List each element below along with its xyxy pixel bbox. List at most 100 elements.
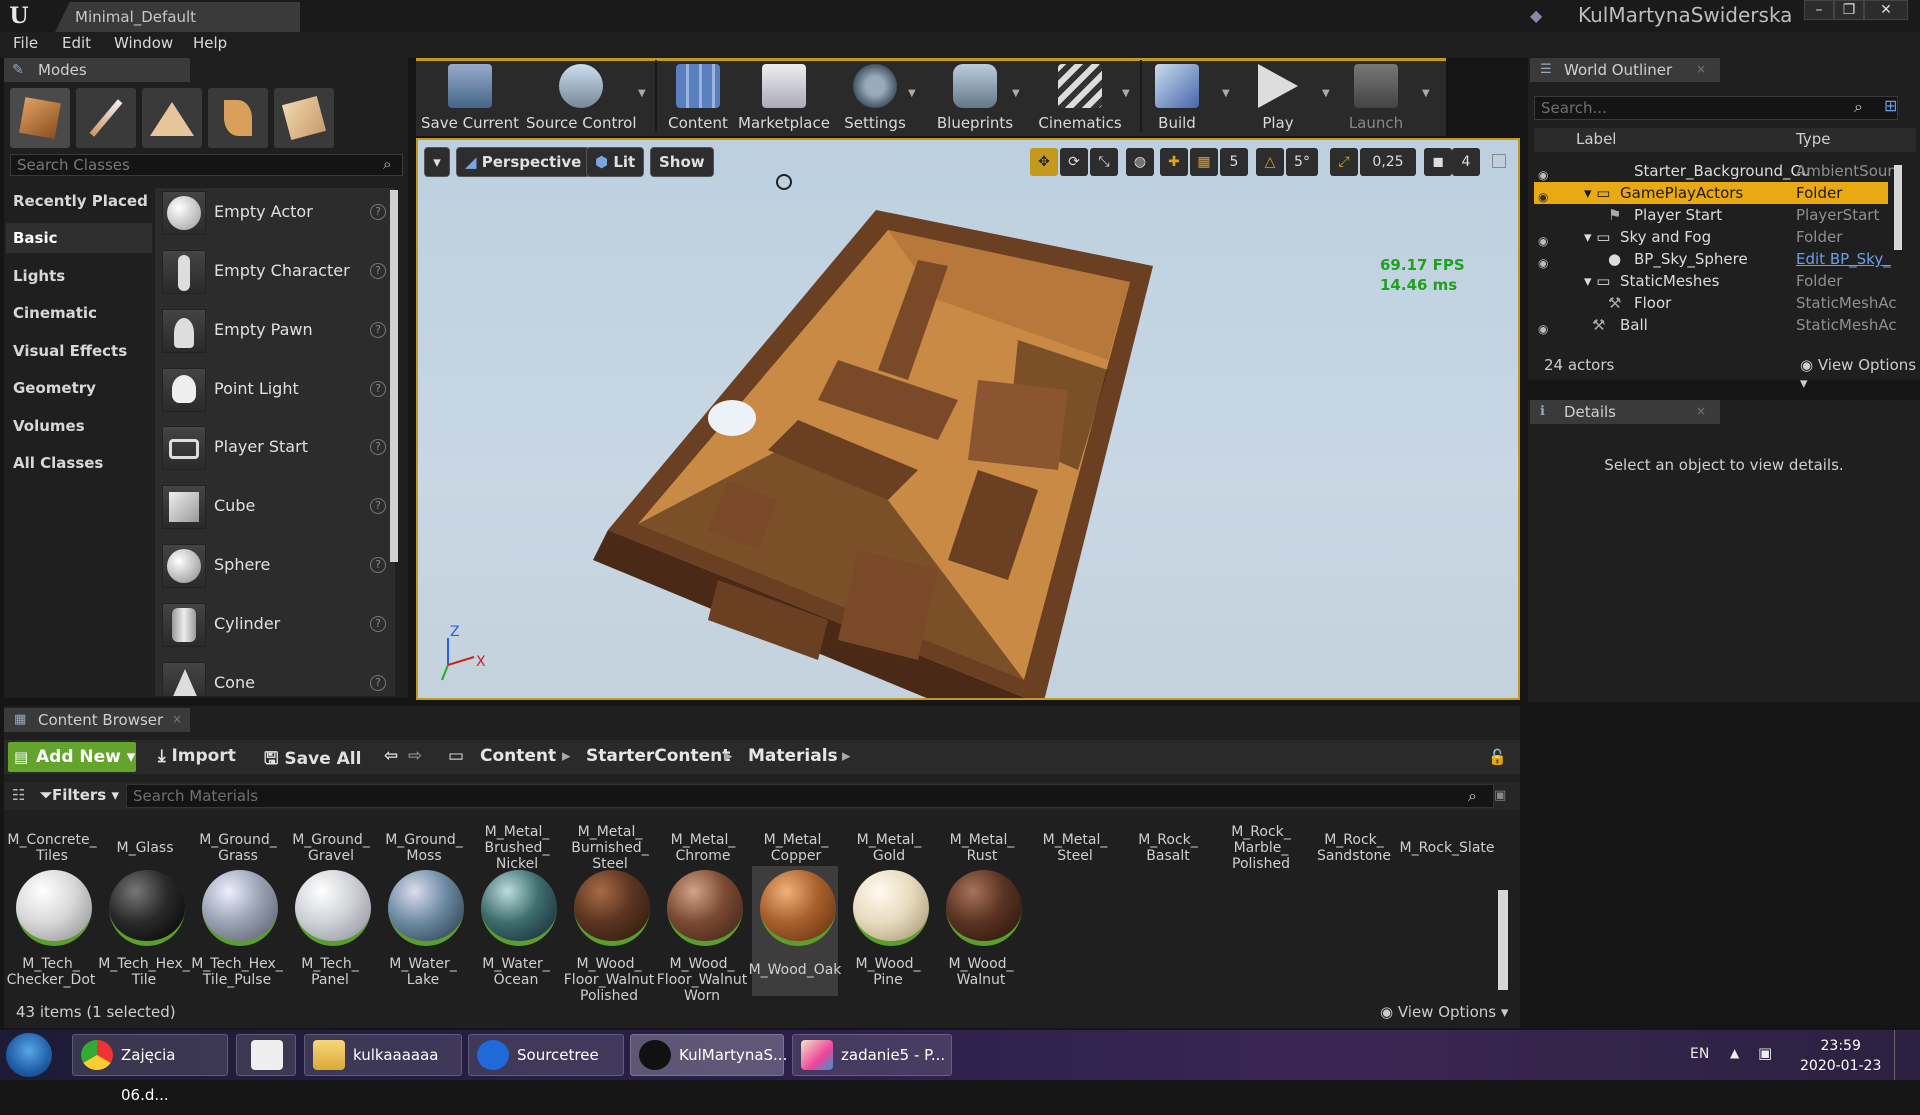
type-column-header[interactable]: Type xyxy=(1796,130,1830,148)
asset-label[interactable]: M_Metal_ Burnished_ Steel xyxy=(564,824,656,872)
menu-edit[interactable]: Edit xyxy=(62,34,91,52)
breadcrumb-materials[interactable]: Materials xyxy=(748,746,838,766)
label-column-header[interactable]: Label xyxy=(1576,130,1616,148)
build-button[interactable]: Build xyxy=(1146,62,1208,134)
outliner-view-options-button[interactable]: ◉ View Options ▾ xyxy=(1800,356,1920,392)
search-classes-input[interactable]: Search Classes xyxy=(10,154,403,176)
world-space-icon[interactable]: ◍ xyxy=(1126,148,1154,176)
taskbar-paint[interactable]: zadanie5 - P... xyxy=(792,1034,952,1076)
placeable-item[interactable]: Point Light ? xyxy=(160,364,390,418)
help-icon[interactable]: ? xyxy=(370,557,386,573)
help-icon[interactable]: ? xyxy=(370,204,386,220)
chevron-down-icon[interactable]: ▼ xyxy=(1322,88,1336,99)
category-all-classes[interactable]: All Classes xyxy=(6,448,152,478)
asset-label[interactable]: M_Glass xyxy=(99,824,191,872)
close-button[interactable]: ✕ xyxy=(1864,0,1908,20)
taskbar-app[interactable] xyxy=(236,1034,296,1076)
system-clock[interactable]: 23:59 2020-01-23 xyxy=(1800,1036,1881,1076)
place-mode-button[interactable] xyxy=(10,88,70,148)
source-control-button[interactable]: Source Control xyxy=(526,62,637,134)
outliner-row-selected[interactable]: ◉ ▾ ▭ GamePlayActors Folder xyxy=(1534,182,1888,204)
foliage-mode-button[interactable] xyxy=(208,88,268,148)
breadcrumb-separator-icon[interactable]: ▸ xyxy=(562,746,571,766)
asset-label[interactable]: M_Ground_ Gravel xyxy=(285,824,377,872)
level-tab[interactable]: Minimal_Default xyxy=(55,2,300,32)
menu-help[interactable]: Help xyxy=(193,34,227,52)
settings-button[interactable]: Settings xyxy=(836,62,914,134)
chevron-down-icon[interactable]: ▼ xyxy=(1422,88,1436,99)
content-view-options-button[interactable]: ◉ View Options ▾ xyxy=(1380,1003,1508,1021)
help-icon[interactable]: ? xyxy=(370,381,386,397)
category-volumes[interactable]: Volumes xyxy=(6,411,152,441)
outliner-row[interactable]: ▾ ▭ StaticMeshes Folder xyxy=(1534,270,1888,292)
add-actor-icon[interactable]: ⊞ xyxy=(1884,96,1897,115)
marketplace-button[interactable]: Marketplace xyxy=(738,62,830,134)
asset-label[interactable]: M_Metal_ Steel xyxy=(1029,824,1121,872)
help-icon[interactable]: ? xyxy=(370,616,386,632)
asset-label[interactable]: M_Concrete_ Tiles xyxy=(6,824,98,872)
material-tile[interactable]: M_Water_ Lake xyxy=(380,866,466,996)
taskbar-explorer[interactable]: kulkaaaaaa xyxy=(304,1034,462,1076)
material-tile[interactable]: M_Tech_ Panel xyxy=(287,866,373,996)
placeable-item[interactable]: Player Start ? xyxy=(160,422,390,476)
eye-icon[interactable]: ◉ xyxy=(1538,318,1554,336)
chevron-down-icon[interactable]: ▼ xyxy=(908,88,922,99)
details-tab[interactable]: Details xyxy=(1530,400,1720,424)
placeable-item[interactable]: Empty Pawn ? xyxy=(160,305,390,359)
chevron-down-icon[interactable]: ▼ xyxy=(1012,88,1026,99)
lock-icon[interactable]: 🔓 xyxy=(1488,748,1507,766)
material-tile[interactable]: M_Wood_ Walnut xyxy=(938,866,1024,996)
breadcrumb-separator-icon[interactable]: ▸ xyxy=(724,746,733,766)
landscape-mode-button[interactable] xyxy=(142,88,202,148)
geometry-mode-button[interactable] xyxy=(274,88,334,148)
breadcrumb-content[interactable]: Content xyxy=(480,746,556,766)
outliner-search-input[interactable]: Search... xyxy=(1534,96,1898,120)
perspective-button[interactable]: ◢ Perspective xyxy=(456,147,591,177)
blueprints-button[interactable]: Blueprints xyxy=(930,62,1020,134)
save-all-button[interactable]: 🖫 Save All xyxy=(264,746,361,775)
placeable-item[interactable]: Empty Character ? xyxy=(160,246,390,300)
chevron-down-icon[interactable]: ▼ xyxy=(638,88,652,99)
language-indicator[interactable]: EN xyxy=(1690,1046,1709,1062)
eye-icon[interactable]: ◉ xyxy=(1538,252,1554,270)
menu-file[interactable]: File xyxy=(13,34,38,52)
asset-label[interactable]: M_Rock_ Basalt xyxy=(1122,824,1214,872)
asset-label[interactable]: M_Metal_ Chrome xyxy=(657,824,749,872)
outliner-row[interactable]: ⚑ Player Start PlayerStart xyxy=(1534,204,1888,226)
filters-button[interactable]: ⏷Filters ▾ xyxy=(40,786,119,804)
rotate-tool-icon[interactable]: ⟳ xyxy=(1060,148,1088,176)
help-icon[interactable]: ? xyxy=(370,439,386,455)
material-tile[interactable]: M_Tech_ Checker_Dot xyxy=(7,866,95,996)
outliner-scrollbar[interactable] xyxy=(1894,165,1902,250)
material-tile[interactable]: M_Water_ Ocean xyxy=(473,866,559,996)
level-viewport[interactable]: Z X xyxy=(416,138,1520,700)
search-materials-input[interactable]: Search Materials xyxy=(126,784,1494,808)
placeable-item[interactable]: Cylinder ? xyxy=(160,599,390,653)
taskbar-sourcetree[interactable]: Sourcetree xyxy=(468,1034,624,1076)
breadcrumb-separator-icon[interactable]: ▸ xyxy=(842,746,851,766)
asset-label[interactable]: M_Ground_ Moss xyxy=(378,824,470,872)
eye-icon[interactable]: ◉ xyxy=(1538,230,1554,248)
asset-label[interactable]: M_Rock_Slate xyxy=(1400,824,1495,872)
tray-expand-icon[interactable]: ▲ xyxy=(1730,1046,1739,1060)
chevron-down-icon[interactable]: ▼ xyxy=(1222,88,1236,99)
rotation-snap-icon[interactable]: △ xyxy=(1256,148,1284,176)
placeable-item[interactable]: Sphere ? xyxy=(160,540,390,594)
maximize-viewport-icon[interactable] xyxy=(1492,154,1506,168)
category-lights[interactable]: Lights xyxy=(6,261,152,291)
material-tile[interactable]: M_Tech_Hex_ Tile xyxy=(98,866,190,996)
outliner-row[interactable]: ⚒ Floor StaticMeshAc xyxy=(1534,292,1897,314)
outliner-row[interactable]: ◉ ▾ ▭ Sky and Fog Folder xyxy=(1534,226,1888,248)
asset-label[interactable]: M_Rock_ Marble_ Polished xyxy=(1215,824,1307,872)
material-tile-selected[interactable]: M_Wood_Oak xyxy=(749,866,841,996)
viewport-options-dropdown[interactable]: ▾ xyxy=(424,147,450,177)
sources-toggle-icon[interactable]: ☷ xyxy=(12,786,25,804)
content-button[interactable]: Content xyxy=(660,62,736,134)
help-icon[interactable]: ? xyxy=(370,498,386,514)
taskbar-unreal[interactable]: KulMartynaS... xyxy=(630,1034,787,1076)
launch-button[interactable]: Launch xyxy=(1344,62,1408,134)
cinematics-button[interactable]: Cinematics xyxy=(1034,62,1126,134)
outliner-row[interactable]: ◉ ⚒ Ball StaticMeshAc xyxy=(1534,314,1897,336)
camera-speed-icon[interactable]: ◼ xyxy=(1424,148,1452,176)
placeable-item[interactable]: Cube ? xyxy=(160,481,390,535)
